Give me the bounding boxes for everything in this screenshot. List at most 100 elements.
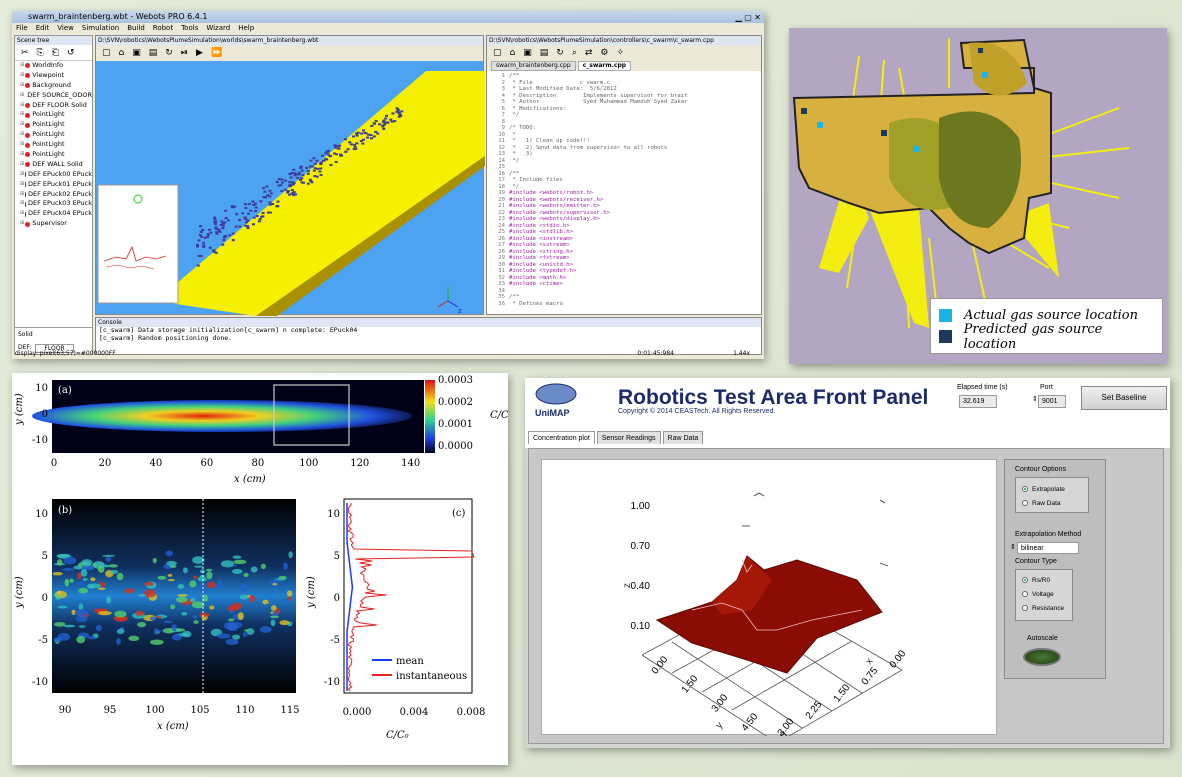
extrapolation-select[interactable]: bilinear bbox=[1017, 542, 1079, 554]
expand-icon[interactable]: ⊞ bbox=[20, 81, 24, 91]
scene-tree-item[interactable]: ⊞ DEF EPuck02 EPuck bbox=[15, 190, 92, 200]
open-file-icon[interactable]: ⌂ bbox=[510, 48, 516, 58]
save-file-icon[interactable]: ▣ bbox=[523, 48, 532, 58]
scene-tree-item[interactable]: ⊞ WorldInfo bbox=[15, 61, 92, 71]
reset-icon[interactable]: ↺ bbox=[67, 48, 75, 58]
set-baseline-button[interactable]: Set Baseline bbox=[1081, 386, 1167, 410]
tab-concentration-plot[interactable]: Concentration plot bbox=[528, 431, 595, 444]
menu-item[interactable]: View bbox=[57, 23, 74, 33]
option-rs-r0[interactable]: Rs/R0 bbox=[1016, 573, 1072, 587]
robot-dot bbox=[374, 130, 378, 133]
scene-tree-item[interactable]: ⊞ PointLight bbox=[15, 120, 92, 130]
option-raw-data[interactable]: Raw Data bbox=[1016, 496, 1088, 510]
menu-item[interactable]: Build bbox=[127, 23, 145, 33]
open-icon[interactable]: ⌂ bbox=[119, 48, 125, 58]
extrapolation-stepper-icon[interactable]: ⇕ bbox=[1010, 543, 1016, 551]
menu-item[interactable]: File bbox=[16, 23, 28, 33]
scene-tree-item[interactable]: ⊞ DEF FLOOR Solid bbox=[15, 101, 92, 111]
expand-icon[interactable]: ⊞ bbox=[20, 150, 24, 160]
turbulence-blob bbox=[239, 594, 248, 600]
scene-tree-item[interactable]: ⊞ DEF WALL Solid bbox=[15, 160, 92, 170]
copy-icon[interactable]: ⎘ bbox=[37, 48, 44, 58]
paste-icon[interactable]: ⎗ bbox=[52, 48, 59, 58]
turbulence-blob bbox=[220, 560, 235, 568]
robot-dot bbox=[214, 223, 218, 226]
expand-icon[interactable]: ⊞ bbox=[20, 120, 24, 130]
expand-icon[interactable]: ⊞ bbox=[20, 199, 24, 209]
save-as-icon[interactable]: ▤ bbox=[149, 48, 158, 58]
expand-icon[interactable]: ⊞ bbox=[20, 140, 24, 150]
expand-icon[interactable]: ⊞ bbox=[20, 160, 24, 170]
scene-tree-item[interactable]: ⊞ DEF EPuck01 EPuck bbox=[15, 180, 92, 190]
editor-tab[interactable]: swarm_braintenberg.cpp bbox=[491, 61, 576, 71]
scene-tree-item[interactable]: ⊞ Supervisor bbox=[15, 219, 92, 229]
scene-tree-item[interactable]: ⊞ DEF EPuck03 EPuck bbox=[15, 199, 92, 209]
replace-icon[interactable]: ⇄ bbox=[585, 48, 593, 58]
scene-tree-item[interactable]: ⊞ DEF EPuck04 EPuck bbox=[15, 209, 92, 219]
revert-file-icon[interactable]: ↻ bbox=[556, 48, 564, 58]
tick-label: 0.004 bbox=[400, 707, 429, 718]
robot-dot bbox=[309, 159, 313, 162]
robot-dot bbox=[313, 167, 317, 170]
radio-icon bbox=[1022, 605, 1028, 611]
turbulence-blob bbox=[262, 599, 269, 605]
editor-tab[interactable]: c_swarm.cpp bbox=[577, 61, 632, 71]
menu-item[interactable]: Robot bbox=[153, 23, 173, 33]
expand-icon[interactable]: ⊞ bbox=[20, 91, 24, 101]
find-icon[interactable]: ⌕ bbox=[572, 48, 577, 58]
expand-icon[interactable]: ⊞ bbox=[20, 209, 24, 219]
robot-dot bbox=[284, 188, 288, 191]
fast-icon[interactable]: ⏩ bbox=[211, 48, 222, 58]
tick-label: 0.70 bbox=[631, 541, 651, 552]
port-stepper-icon[interactable]: ⇕ bbox=[1032, 395, 1038, 403]
menu-item[interactable]: Simulation bbox=[82, 23, 119, 33]
option-voltage[interactable]: Voltage bbox=[1016, 587, 1072, 601]
tick-label: 0 bbox=[51, 458, 57, 469]
scene-tree-item[interactable]: ⊞ Viewpoint bbox=[15, 71, 92, 81]
revert-icon[interactable]: ↻ bbox=[165, 48, 173, 58]
scene-tree-item[interactable]: ⊞ PointLight bbox=[15, 110, 92, 120]
scene-tree-item[interactable]: ⊞ DEF SOURCE_ODOR bbox=[15, 91, 92, 101]
run-icon[interactable]: ▶ bbox=[196, 48, 203, 58]
menu-item[interactable]: Tools bbox=[181, 23, 198, 33]
expand-icon[interactable]: ⊞ bbox=[20, 170, 24, 180]
expand-icon[interactable]: ⊞ bbox=[20, 219, 24, 229]
expand-icon[interactable]: ⊞ bbox=[20, 71, 24, 81]
option-extrapolate[interactable]: Extrapolate bbox=[1016, 482, 1088, 496]
port-input[interactable]: 9001 bbox=[1038, 395, 1066, 408]
expand-icon[interactable]: ⊞ bbox=[20, 101, 24, 111]
expand-icon[interactable]: ⊞ bbox=[20, 110, 24, 120]
expand-icon[interactable]: ⊞ bbox=[20, 190, 24, 200]
tab-sensor-readings[interactable]: Sensor Readings bbox=[596, 431, 661, 444]
scene-tree-item[interactable]: ⊞ DEF EPuck00 EPuck bbox=[15, 170, 92, 180]
step-icon[interactable]: ⏯ bbox=[181, 48, 188, 58]
menu-item[interactable]: Help bbox=[238, 23, 254, 33]
code-area[interactable]: 1/** 2 * File c_swarm.c 3 * Last Modified … bbox=[487, 71, 761, 307]
turbulence-blob bbox=[90, 577, 96, 582]
tick-label: 0 bbox=[42, 593, 48, 604]
tab-raw-data[interactable]: Raw Data bbox=[662, 431, 704, 444]
new-icon[interactable]: ▢ bbox=[102, 48, 111, 58]
3d-view[interactable]: D:\SVN\robotics\WebotsPlumeSimulation\wo… bbox=[95, 35, 485, 316]
scene-tree-item[interactable]: ⊞ PointLight bbox=[15, 150, 92, 160]
gas-distribution-map: Actual gas source location Predicted gas… bbox=[789, 28, 1167, 364]
cut-icon[interactable]: ✂ bbox=[21, 48, 29, 58]
window-controls[interactable]: ▁ ▢ ✕ bbox=[736, 12, 762, 24]
port-label: Port bbox=[1040, 384, 1053, 391]
menu-item[interactable]: Edit bbox=[36, 23, 50, 33]
scene-tree-item[interactable]: ⊞ PointLight bbox=[15, 130, 92, 140]
menu-item[interactable]: Wizard bbox=[206, 23, 230, 33]
build-icon[interactable]: ⚙ bbox=[600, 48, 608, 58]
expand-icon[interactable]: ⊞ bbox=[20, 61, 24, 71]
scene-tree-item[interactable]: ⊞ Background bbox=[15, 81, 92, 91]
option-resistance[interactable]: Resistance bbox=[1016, 601, 1072, 615]
scene-tree-item[interactable]: ⊞ PointLight bbox=[15, 140, 92, 150]
clean-icon[interactable]: ✧ bbox=[616, 48, 624, 58]
save-icon[interactable]: ▣ bbox=[132, 48, 141, 58]
expand-icon[interactable]: ⊞ bbox=[20, 180, 24, 190]
expand-icon[interactable]: ⊞ bbox=[20, 130, 24, 140]
concentration-plot[interactable]: 1.000.700.400.10 0.001.503.004.506.00 0.… bbox=[541, 459, 997, 748]
new-file-icon[interactable]: ▢ bbox=[493, 48, 502, 58]
autoscale-toggle[interactable] bbox=[1023, 648, 1061, 666]
save-all-icon[interactable]: ▤ bbox=[540, 48, 549, 58]
